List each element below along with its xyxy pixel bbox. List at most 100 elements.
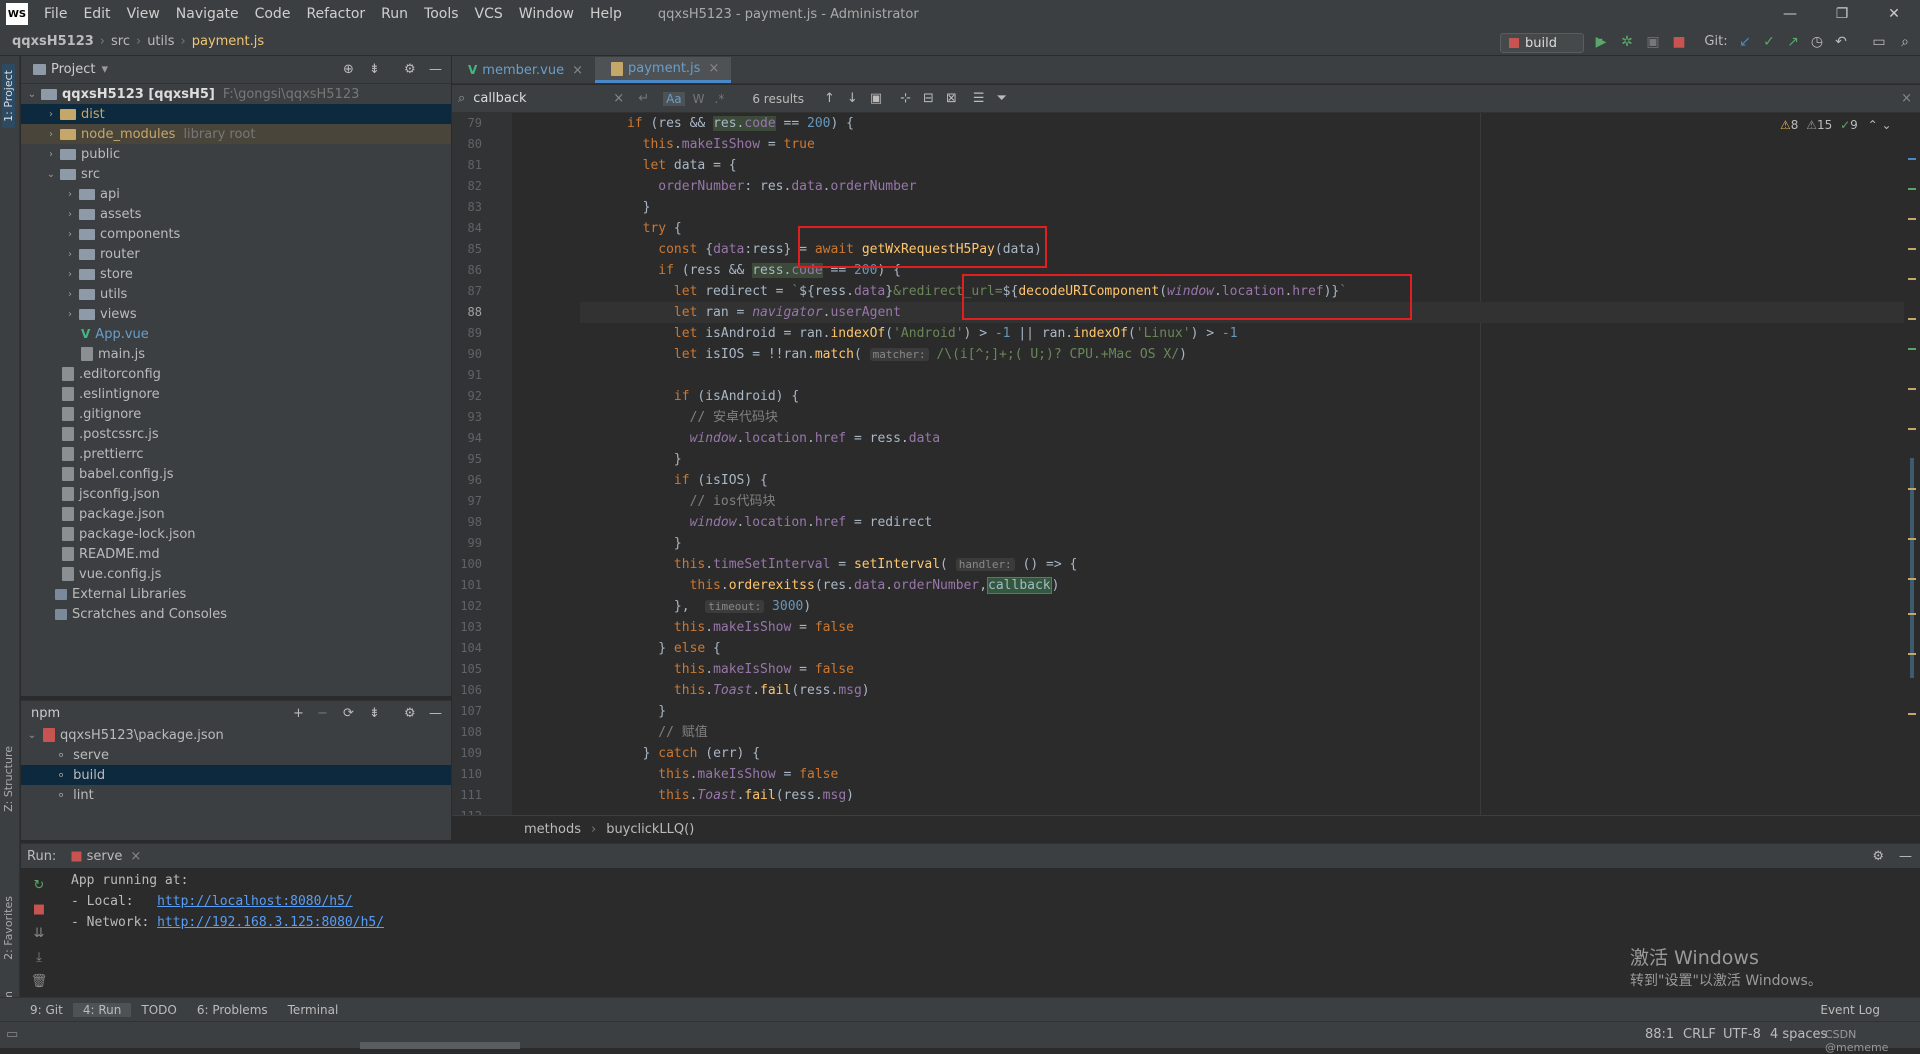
breadcrumb-method[interactable]: buyclickLLQ() — [606, 822, 694, 837]
tree-item[interactable]: › public — [21, 144, 451, 164]
menu-view[interactable]: View — [119, 6, 168, 22]
tree-item[interactable]: .postcssrc.js — [21, 424, 451, 444]
menu-file[interactable]: File — [36, 6, 75, 22]
tree-item[interactable]: › assets — [21, 204, 451, 224]
tree-arrow-icon[interactable]: › — [44, 129, 58, 140]
rerun-icon[interactable]: ↻ — [29, 874, 49, 898]
hide-panel-icon[interactable]: — — [429, 62, 442, 77]
npm-hide-icon[interactable]: — — [429, 706, 442, 721]
close-tab-icon[interactable]: × — [708, 61, 719, 76]
restore-icon[interactable]: ❐ — [1816, 0, 1868, 28]
project-view-dropdown-icon[interactable]: ▾ — [101, 62, 108, 77]
npm-collapse-icon[interactable]: ⇟ — [369, 706, 380, 721]
file-encoding[interactable]: UTF-8 — [1723, 1027, 1761, 1042]
menu-run[interactable]: Run — [373, 6, 416, 22]
tree-root[interactable]: ⌄ qqxsH5123 [qqxsH5] F:\gongsi\qqxsH5123 — [21, 84, 451, 104]
tree-item[interactable]: jsconfig.json — [21, 484, 451, 504]
tree-arrow-icon[interactable]: › — [63, 269, 77, 280]
tree-item[interactable]: main.js — [21, 344, 451, 364]
close-icon[interactable]: ✕ — [1868, 0, 1920, 28]
menu-vcs[interactable]: VCS — [467, 6, 511, 22]
next-occurrence-icon[interactable]: ↓ — [847, 91, 858, 106]
tree-item[interactable]: › node_modules library root — [21, 124, 451, 144]
npm-script-serve[interactable]: ∘ serve — [21, 745, 451, 765]
menu-navigate[interactable]: Navigate — [168, 6, 247, 22]
clear-all-icon[interactable]: 🗑 — [29, 970, 49, 994]
npm-settings-icon[interactable]: ⚙ — [404, 706, 416, 721]
regex-toggle[interactable]: .* — [715, 92, 725, 106]
tree-arrow-icon[interactable]: › — [63, 209, 77, 220]
settings-gear-icon[interactable]: ⚙ — [404, 62, 416, 77]
menu-edit[interactable]: Edit — [75, 6, 118, 22]
menu-help[interactable]: Help — [582, 6, 630, 22]
tab-problems[interactable]: 6: Problems — [187, 1003, 278, 1017]
menu-window[interactable]: Window — [511, 6, 582, 22]
git-history-icon[interactable]: ◷ — [1808, 33, 1826, 51]
error-stripe[interactable] — [1904, 113, 1920, 815]
soft-wrap-icon[interactable]: ⇊ — [29, 922, 49, 946]
filter-icon[interactable]: ⏷ — [997, 91, 1007, 106]
tree-item[interactable]: babel.config.js — [21, 464, 451, 484]
tree-arrow-icon[interactable]: › — [44, 149, 58, 160]
tab-payment-js[interactable]: payment.js × — [595, 57, 732, 83]
locate-icon[interactable]: ⊕ — [343, 62, 354, 77]
previous-occurrence-icon[interactable]: ↑ — [824, 91, 835, 106]
run-tab-serve[interactable]: serve — [87, 849, 123, 864]
tab-favorites-side[interactable]: 2: Favorites — [2, 896, 15, 960]
local-url-link[interactable]: http://localhost:8080/h5/ — [157, 894, 353, 909]
git-update-icon[interactable]: ↙ — [1736, 33, 1754, 51]
clear-search-icon[interactable]: × — [613, 91, 624, 106]
breadcrumb-methods[interactable]: methods — [524, 822, 581, 837]
breadcrumb-project[interactable]: qqxsH5123 — [0, 34, 98, 49]
stop-icon[interactable]: ■ — [1670, 33, 1688, 51]
inspection-widget[interactable]: ⚠8 ⚠15 ✓9 ⌃ ⌄ — [1780, 118, 1892, 132]
tree-item[interactable]: V App.vue — [21, 324, 451, 344]
npm-script-build[interactable]: ∘ build — [21, 765, 451, 785]
tree-item[interactable]: Scratches and Consoles — [21, 604, 451, 624]
tab-terminal[interactable]: Terminal — [278, 1003, 349, 1017]
run-settings-icon[interactable]: ⚙ — [1872, 849, 1884, 864]
tree-arrow-icon[interactable]: ⌄ — [44, 169, 58, 180]
search-input[interactable] — [473, 91, 604, 106]
close-run-tab-icon[interactable]: × — [130, 849, 141, 864]
breadcrumb-file[interactable]: payment.js — [188, 34, 268, 49]
open-in-window-icon[interactable]: ▣ — [870, 91, 882, 106]
menu-tools[interactable]: Tools — [416, 6, 467, 22]
stop-run-icon[interactable]: ■ — [29, 898, 49, 922]
indent-setting[interactable]: 4 spaces — [1770, 1027, 1827, 1042]
tree-item[interactable]: › store — [21, 264, 451, 284]
menu-refactor[interactable]: Refactor — [298, 6, 373, 22]
tree-item[interactable]: package.json — [21, 504, 451, 524]
tree-item[interactable]: .prettierrc — [21, 444, 451, 464]
git-push-icon[interactable]: ↗ — [1784, 33, 1802, 51]
select-all-icon[interactable]: ⊟ — [923, 91, 934, 106]
tree-arrow-icon[interactable]: › — [63, 289, 77, 300]
tab-project-side[interactable]: 1: Project — [2, 64, 15, 128]
event-log-button[interactable]: Event Log — [1810, 1003, 1890, 1017]
npm-script-lint[interactable]: ∘ lint — [21, 785, 451, 805]
tree-item[interactable]: README.md — [21, 544, 451, 564]
line-separator[interactable]: CRLF — [1683, 1027, 1716, 1042]
tree-item[interactable]: › views — [21, 304, 451, 324]
reload-icon[interactable]: ⟳ — [343, 706, 354, 721]
tree-item[interactable]: External Libraries — [21, 584, 451, 604]
close-find-icon[interactable]: × — [1901, 91, 1912, 106]
npm-package-root[interactable]: ⌄ qqxsH5123\package.json — [21, 725, 451, 745]
tree-item[interactable]: ⌄ src — [21, 164, 451, 184]
tree-item[interactable]: package-lock.json — [21, 524, 451, 544]
match-case-toggle[interactable]: Aa — [663, 91, 685, 106]
tab-git[interactable]: 9: Git — [20, 1003, 73, 1017]
tree-arrow-icon[interactable]: › — [63, 309, 77, 320]
layout-icon[interactable]: ▭ — [1870, 33, 1888, 51]
debug-icon[interactable]: ✲ — [1618, 33, 1636, 51]
close-tab-icon[interactable]: × — [572, 63, 583, 78]
tree-arrow-icon[interactable]: › — [63, 189, 77, 200]
tree-item[interactable]: › components — [21, 224, 451, 244]
add-icon[interactable]: + — [293, 706, 304, 721]
tree-item[interactable]: .gitignore — [21, 404, 451, 424]
add-selection-icon[interactable]: ⊹ — [900, 91, 911, 106]
breadcrumb-src[interactable]: src — [107, 34, 134, 49]
menu-code[interactable]: Code — [247, 6, 299, 22]
remove-icon[interactable]: − — [317, 706, 328, 721]
collapse-all-icon[interactable]: ⇟ — [369, 62, 380, 77]
